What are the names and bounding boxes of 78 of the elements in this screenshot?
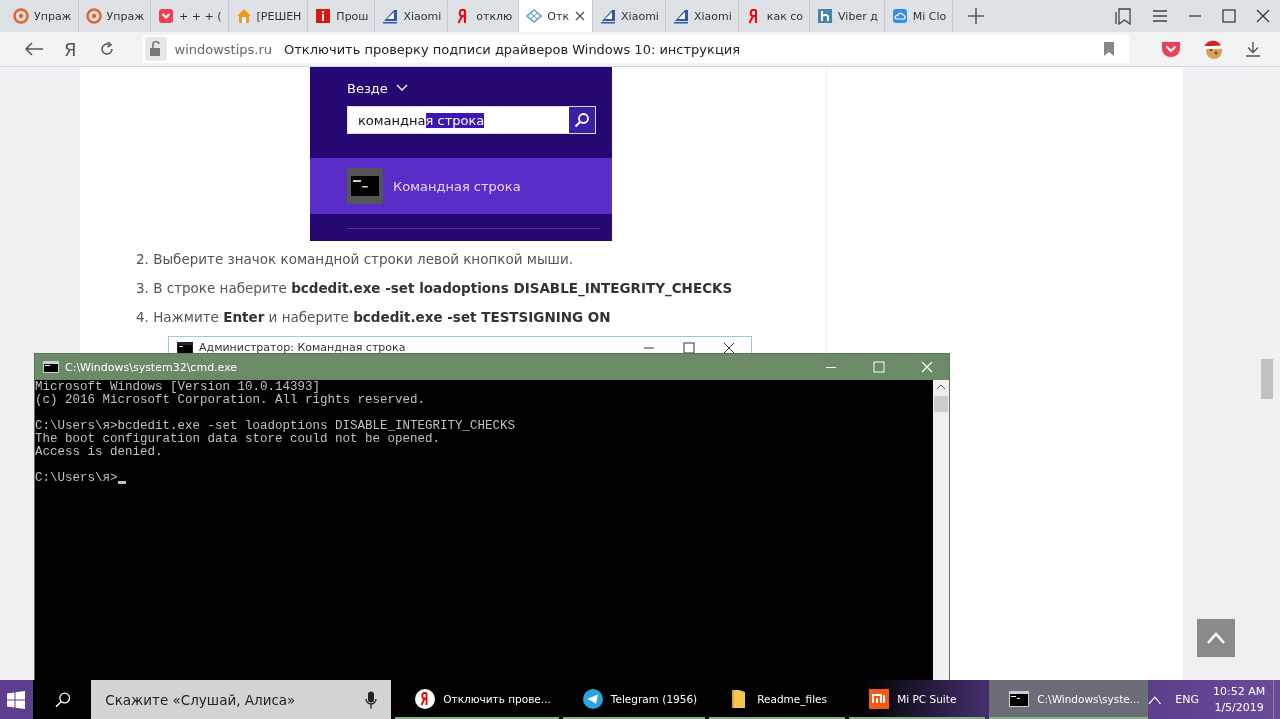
- h-box-icon: [817, 8, 834, 24]
- step-text: 2. Выберите значок командной строки левой кнопкой мыши.: [136, 250, 575, 269]
- window-title: C:\Windows\system32\cmd.exe: [65, 360, 238, 374]
- taskbar-item[interactable]: Readme_files: [709, 680, 846, 719]
- clock[interactable]: 10:52 AM 1/5/2019: [1213, 683, 1266, 716]
- ring-icon: [85, 8, 102, 24]
- bookmark-icon[interactable]: [1103, 41, 1115, 57]
- cookie-icon[interactable]: [1202, 38, 1224, 60]
- windows-icon: [7, 690, 26, 709]
- start-button[interactable]: [0, 680, 33, 719]
- home-button[interactable]: Я: [64, 38, 77, 60]
- taskbar-item[interactable]: C:\Windows\syste...: [989, 680, 1148, 719]
- taskbar-item[interactable]: Отключить прове...: [395, 680, 559, 719]
- pocket-icon: [158, 8, 175, 24]
- console-line: Access is denied.: [35, 446, 163, 459]
- console-icon: [347, 168, 383, 204]
- download-icon[interactable]: [1245, 41, 1261, 57]
- text-cursor: [117, 481, 126, 484]
- search-input[interactable]: Скажите «Слушай, Алиса»: [103, 690, 366, 709]
- clock-date: 1/5/2019: [1214, 699, 1264, 716]
- stripes-icon: [600, 8, 617, 24]
- console-icon: [1009, 688, 1030, 709]
- domain-text: windowstips.ru: [174, 41, 273, 57]
- result-label: Командная строка: [393, 178, 521, 194]
- info-icon: [315, 8, 332, 24]
- console-icon: [177, 341, 193, 354]
- cloud-icon: [891, 8, 908, 24]
- search-icon[interactable]: [54, 691, 71, 708]
- ring-icon: [13, 8, 29, 24]
- search-bar[interactable]: Скажите «Слушай, Алиса»: [91, 680, 392, 719]
- chevron-up-icon[interactable]: [1147, 694, 1162, 705]
- page-title: Отключить проверку подписи драйверов Windows 10: инструкция: [284, 41, 740, 57]
- reload-icon[interactable]: [98, 41, 115, 57]
- scroll-to-top-button[interactable]: [1197, 619, 1235, 657]
- console-line: C:\Users\я>: [35, 472, 118, 485]
- paper-plane-icon: [582, 688, 603, 709]
- scrollbar[interactable]: [1256, 67, 1280, 680]
- lock-icon[interactable]: [148, 41, 163, 57]
- close-icon[interactable]: [574, 10, 587, 22]
- chevron-up-icon: [1206, 631, 1226, 645]
- clock-time: 10:52 AM: [1213, 683, 1266, 700]
- query-text: я строка: [425, 112, 485, 128]
- house-icon: [235, 8, 252, 24]
- close-icon[interactable]: [1256, 9, 1270, 23]
- minimize-icon: [643, 346, 655, 349]
- maximize-icon: [683, 341, 695, 354]
- address-field[interactable]: windowstips.ru Отключить проверку подписи драйверов Windows 10: инструкция: [142, 35, 1129, 63]
- scroll-thumb[interactable]: [934, 396, 948, 412]
- close-icon: [723, 341, 735, 354]
- pocket-icon[interactable]: [1161, 40, 1181, 58]
- search-icon: [574, 112, 590, 128]
- diamond-icon: [526, 8, 543, 24]
- console-icon: [43, 361, 59, 373]
- maximize-icon[interactable]: [1222, 9, 1236, 23]
- menu-icon[interactable]: [1152, 9, 1168, 23]
- mi-icon: [869, 688, 890, 709]
- scope-label: Везде: [347, 80, 388, 96]
- console-line: The boot configuration data store could not be opened.: [35, 433, 441, 446]
- language-indicator[interactable]: ENG: [1175, 693, 1199, 706]
- new-tab-icon[interactable]: [967, 7, 986, 25]
- console-line: C:\Users\я>bcdedit.exe -set loadoptions DISABLE_INTEGRITY_CHECKS: [35, 420, 516, 433]
- console-line: Microsoft Windows [Version 10.0.14393]: [35, 381, 321, 394]
- chevron-icon: [395, 84, 408, 92]
- console-line: (c) 2016 Microsoft Corporation. All rights reserved.: [35, 394, 426, 407]
- scrollbar[interactable]: [933, 380, 949, 680]
- taskbar-item[interactable]: Telegram (1956): [562, 680, 706, 719]
- stripes-icon: [382, 8, 399, 24]
- step-text: 3. В строке наберите bcdedit.exe -set loadoptions DISABLE_INTEGRITY_CHECKS: [136, 279, 734, 299]
- query-text: командна: [358, 112, 426, 128]
- step-text: 4. Нажмите Enter и наберите bcdedit.exe -set TESTSIGNING ON: [136, 308, 612, 327]
- back-icon[interactable]: [24, 41, 44, 57]
- taskbar-item[interactable]: Mi PC Suite: [849, 680, 986, 719]
- microphone-icon[interactable]: [365, 690, 378, 709]
- browser-tab[interactable]: Отк: [519, 0, 594, 32]
- stripes-icon: [672, 8, 689, 24]
- bookmarks-icon[interactable]: [1114, 7, 1132, 25]
- browser-icon: [415, 688, 436, 709]
- window-title: Администратор: Командная строка: [199, 341, 406, 354]
